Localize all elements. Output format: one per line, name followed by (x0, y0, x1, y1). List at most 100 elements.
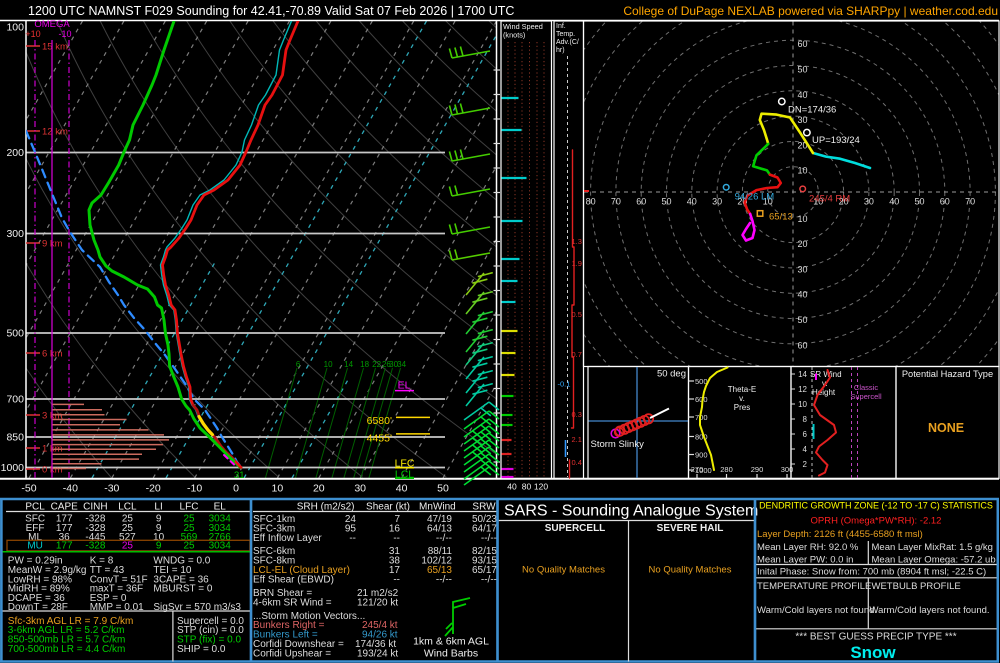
svg-text:Shear (kt): Shear (kt) (366, 502, 410, 513)
svg-text:Corfidi Upshear =: Corfidi Upshear = (253, 649, 331, 660)
svg-text:700: 700 (6, 394, 24, 406)
svg-text:MU: MU (27, 541, 43, 552)
svg-text:50: 50 (661, 197, 671, 207)
svg-text:20: 20 (798, 239, 808, 249)
svg-text:10: 10 (324, 360, 333, 369)
svg-text:900: 900 (695, 451, 708, 460)
svg-text:--: -- (393, 533, 400, 544)
svg-text:25: 25 (122, 541, 134, 552)
svg-text:200: 200 (6, 147, 24, 159)
svg-text:EL: EL (398, 380, 411, 392)
svg-text:121/20 kt: 121/20 kt (357, 597, 398, 608)
svg-text:500: 500 (6, 328, 24, 340)
svg-text:14: 14 (344, 360, 353, 369)
svg-text:1km & 6km AGL: 1km & 6km AGL (413, 636, 489, 648)
svg-text:-50: -50 (21, 483, 36, 495)
svg-text:2: 2 (803, 460, 808, 469)
svg-text:-40: -40 (63, 483, 78, 495)
svg-text:30: 30 (712, 197, 722, 207)
svg-text:4: 4 (803, 445, 808, 454)
svg-text:Eff Inflow Layer: Eff Inflow Layer (253, 533, 322, 544)
svg-text:LFC: LFC (180, 502, 199, 513)
svg-text:0.3: 0.3 (572, 410, 582, 419)
svg-text:50: 50 (914, 197, 924, 207)
svg-text:--/--: --/-- (481, 575, 497, 586)
svg-text:-10: -10 (187, 483, 202, 495)
svg-text:290: 290 (751, 465, 764, 474)
svg-text:-328: -328 (85, 541, 105, 552)
svg-text:PCL: PCL (25, 502, 45, 513)
svg-text:30: 30 (864, 197, 874, 207)
svg-text:OPRH (Omega*PW*RH): -2.12: OPRH (Omega*PW*RH): -2.12 (811, 516, 942, 527)
svg-text:60: 60 (636, 197, 646, 207)
svg-text:30: 30 (354, 483, 366, 495)
svg-text:-20: -20 (146, 483, 161, 495)
svg-text:WETBULB PROFILE: WETBULB PROFILE (872, 581, 961, 592)
svg-text:193/24 kt: 193/24 kt (357, 649, 398, 660)
svg-text:280: 280 (720, 465, 733, 474)
svg-text:DENDRITIC GROWTH ZONE (-12 TO: DENDRITIC GROWTH ZONE (-12 TO -17 C) STA… (759, 501, 993, 511)
svg-text:Eff Shear (EBWD): Eff Shear (EBWD) (253, 575, 334, 586)
svg-text:700-500mb LR = 4.4 C/km: 700-500mb LR = 4.4 C/km (8, 644, 126, 655)
svg-text:0.4: 0.4 (572, 458, 582, 467)
svg-text:LCL: LCL (118, 502, 137, 513)
svg-text:30: 30 (798, 264, 808, 274)
svg-text:10: 10 (798, 400, 807, 409)
svg-text:Mean Layer MixRat: 1.5 g/kg: Mean Layer MixRat: 1.5 g/kg (872, 542, 993, 553)
svg-text:--: -- (393, 575, 400, 586)
svg-text:4-6km SR Wind =: 4-6km SR Wind = (253, 597, 332, 608)
svg-text:Inf.: Inf. (556, 23, 566, 30)
svg-text:3034: 3034 (209, 541, 232, 552)
svg-text:40: 40 (687, 197, 697, 207)
svg-text:-0.1: -0.1 (558, 380, 571, 389)
svg-text:v.: v. (739, 394, 745, 403)
svg-text:DN=174/36: DN=174/36 (788, 105, 836, 116)
svg-text:12 km: 12 km (42, 127, 68, 138)
svg-text:Theta-E: Theta-E (728, 385, 756, 394)
svg-text:Mean Layer PW: 0.0 in: Mean Layer PW: 0.0 in (757, 554, 853, 565)
svg-text:20: 20 (313, 483, 325, 495)
svg-text:60: 60 (798, 39, 808, 49)
svg-text:MnWind: MnWind (419, 502, 456, 513)
svg-text:MBURST = 0: MBURST = 0 (153, 584, 212, 595)
svg-text:Mean Layer RH: 92.0 %: Mean Layer RH: 92.0 % (757, 542, 859, 553)
svg-text:1.9: 1.9 (572, 259, 582, 268)
svg-text:65/13: 65/13 (769, 212, 793, 223)
svg-text:94/26 LM: 94/26 LM (735, 192, 775, 203)
svg-text:31: 31 (234, 470, 245, 481)
svg-text:*** BEST GUESS PRECIP TYPE ***: *** BEST GUESS PRECIP TYPE *** (795, 631, 956, 642)
svg-text:+10: +10 (25, 29, 40, 39)
svg-text:Warm/Cold layers not found.: Warm/Cold layers not found. (757, 605, 877, 616)
svg-text:10: 10 (272, 483, 284, 495)
svg-text:(knots): (knots) (503, 31, 525, 40)
svg-text:LI: LI (154, 502, 162, 513)
svg-text:--/--: --/-- (481, 533, 497, 544)
svg-text:30: 30 (798, 115, 808, 125)
svg-text:Mean Layer Omega: -57.2 ub: Mean Layer Omega: -57.2 ub (872, 554, 996, 565)
svg-text:80: 80 (586, 197, 596, 207)
svg-text:Warm/Cold layers not found.: Warm/Cold layers not found. (870, 605, 990, 616)
svg-text:120: 120 (534, 482, 548, 492)
svg-text:0: 0 (233, 483, 239, 495)
svg-text:300: 300 (6, 228, 24, 240)
svg-text:SRW: SRW (472, 502, 496, 513)
svg-text:177: 177 (56, 541, 73, 552)
svg-text:600: 600 (695, 395, 708, 404)
svg-text:40: 40 (889, 197, 899, 207)
svg-text:40: 40 (798, 290, 808, 300)
svg-text:2.1: 2.1 (572, 435, 582, 444)
svg-text:70: 70 (965, 197, 975, 207)
svg-text:9: 9 (156, 541, 162, 552)
svg-text:34: 34 (397, 360, 406, 369)
svg-text:80: 80 (522, 482, 532, 492)
svg-text:0.7: 0.7 (572, 350, 582, 359)
svg-text:SRH (m2/s2): SRH (m2/s2) (297, 502, 355, 513)
svg-text:1.3: 1.3 (572, 237, 582, 246)
svg-text:NONE: NONE (928, 421, 964, 435)
svg-text:--/--: --/-- (436, 533, 452, 544)
svg-text:Layer Depth: 2126 ft (4455-658: Layer Depth: 2126 ft (4455-6580 ft msl) (757, 529, 923, 540)
svg-text:270: 270 (691, 465, 704, 474)
svg-text:6: 6 (296, 360, 301, 369)
svg-text:SUPERCELL: SUPERCELL (545, 523, 606, 534)
svg-text:Supercell: Supercell (850, 392, 882, 401)
